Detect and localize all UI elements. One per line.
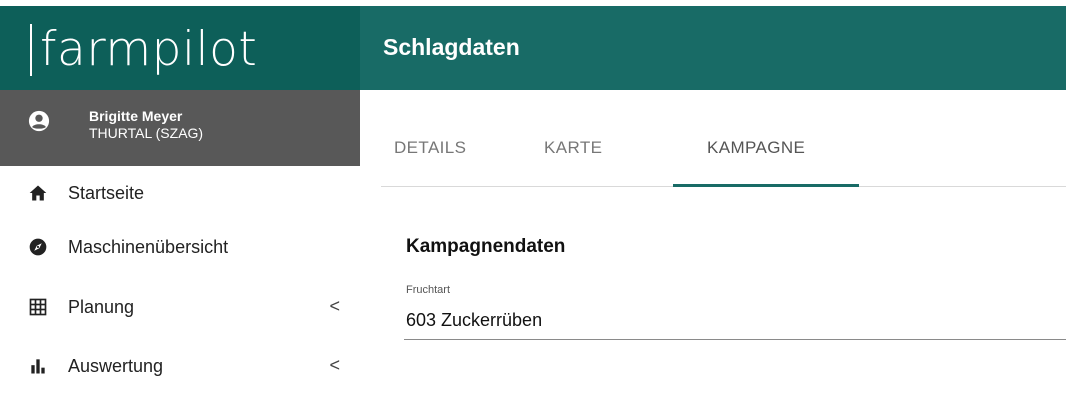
section-title: Kampagnendaten — [406, 236, 566, 257]
sidebar-item-startseite[interactable]: Startseite — [0, 166, 360, 220]
sidebar-item-planung[interactable]: Planung < — [0, 280, 360, 334]
sidebar-item-label: Maschinenübersicht — [68, 237, 229, 257]
logo-text: farmpilot — [40, 22, 258, 77]
active-tab-indicator — [673, 184, 859, 187]
chevron-left-icon[interactable]: < — [329, 355, 340, 376]
page-title: Schlagdaten — [383, 34, 520, 60]
table-grid-icon — [29, 298, 47, 316]
sidebar-item-maschinenuebersicht[interactable]: Maschinenübersicht — [0, 220, 360, 274]
field-underline — [404, 339, 1066, 340]
compass-icon — [29, 238, 47, 256]
user-organization: THURTAL (SZAG) — [89, 125, 204, 141]
app-header: Schlagdaten — [360, 6, 1066, 90]
sidebar-item-label: Startseite — [68, 183, 145, 203]
tab-karte[interactable]: KARTE — [544, 138, 602, 158]
fruchtart-label: Fruchtart — [406, 284, 451, 296]
tab-kampagne[interactable]: KAMPAGNE — [707, 138, 805, 158]
brand-logo-area[interactable]: farmpilot — [0, 6, 360, 90]
tab-bar: DETAILS KARTE KAMPAGNE — [381, 118, 1066, 187]
home-icon — [29, 185, 47, 201]
chevron-left-icon[interactable]: < — [329, 296, 340, 317]
sidebar-item-label: Planung — [68, 297, 135, 317]
tab-details[interactable]: DETAILS — [394, 138, 466, 158]
account-circle-icon — [28, 110, 50, 132]
fruchtart-field[interactable]: 603 Zuckerrüben — [406, 310, 542, 331]
bar-chart-icon — [31, 359, 45, 374]
logo-bar — [30, 24, 32, 76]
sidebar-item-auswertung[interactable]: Auswertung < — [0, 339, 360, 393]
user-panel[interactable]: Brigitte Meyer THURTAL (SZAG) — [0, 90, 360, 166]
user-name: Brigitte Meyer — [89, 108, 183, 124]
